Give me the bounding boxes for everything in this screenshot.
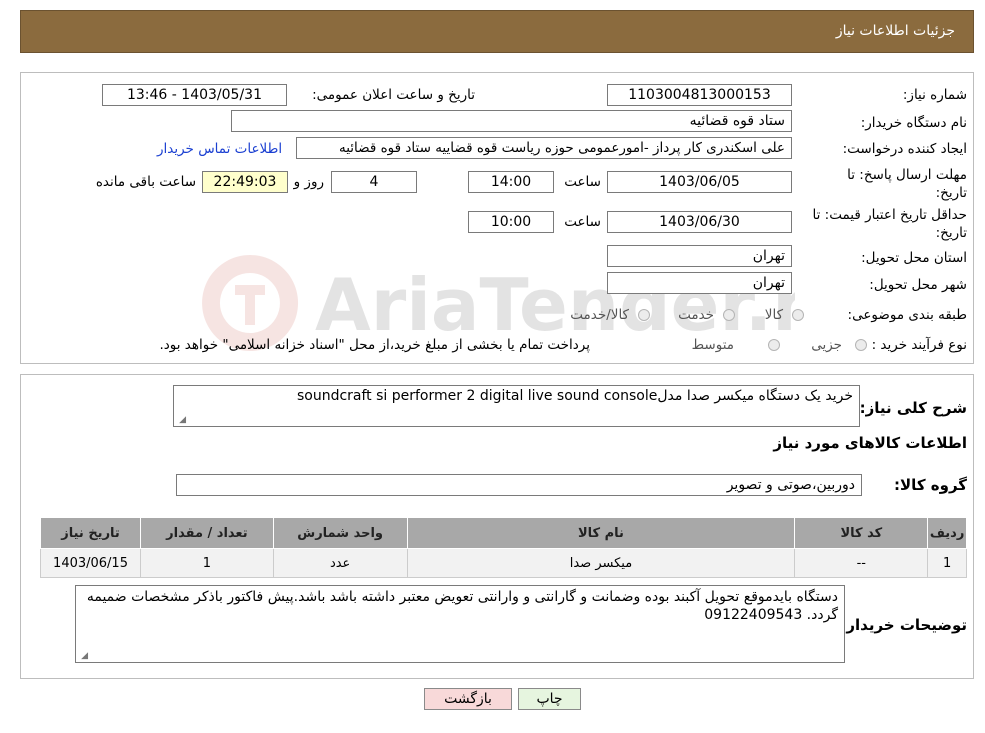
need-number-label: شماره نیاز: xyxy=(902,87,967,103)
creator-label: ایجاد کننده درخواست: xyxy=(842,141,967,157)
category-radio-goods-service[interactable] xyxy=(638,309,650,321)
buyer-org-field: ستاد قوه قضائیه xyxy=(231,110,792,132)
need-summary-textarea: خرید یک دستگاه میکسر صدا مدلsoundcraft s… xyxy=(173,385,860,427)
col-quantity: تعداد / مقدار xyxy=(140,517,274,549)
category-radio-goods[interactable] xyxy=(792,309,804,321)
days-remaining-field: 4 xyxy=(331,171,417,193)
category-option-goods-service: کالا/خدمت xyxy=(570,307,629,323)
col-need-date: تاریخ نیاز xyxy=(39,517,142,549)
category-option-service: خدمت xyxy=(678,307,714,323)
cell-need-date: 1403/06/15 xyxy=(39,548,142,578)
back-button[interactable]: بازگشت xyxy=(424,688,512,710)
days-label: روز و xyxy=(293,174,324,190)
validity-label: حداقل تاریخ اعتبار قیمت: تا xyxy=(812,207,967,223)
creator-field: علی اسکندری کار پرداز -امورعمومی حوزه ری… xyxy=(296,137,792,159)
goods-table-header: تاریخ نیاز تعداد / مقدار واحد شمارش نام … xyxy=(39,517,967,549)
cell-item-code: -- xyxy=(794,548,929,578)
buyer-contact-link[interactable]: اطلاعات تماس خریدار xyxy=(157,141,282,157)
validity-date-field: 1403/06/30 xyxy=(607,211,792,233)
province-label: استان محل تحویل: xyxy=(861,250,967,266)
purchase-radio-medium[interactable] xyxy=(768,339,780,351)
goods-group-label: گروه کالا: xyxy=(894,476,967,494)
deadline-label: مهلت ارسال پاسخ: تا xyxy=(847,167,967,183)
need-summary-label: شرح کلی نیاز: xyxy=(859,399,967,417)
announce-field: 1403/05/31 - 13:46 xyxy=(102,84,287,106)
buyer-notes-label: توضیحات خریدار: xyxy=(840,616,967,634)
goods-table: تاریخ نیاز تعداد / مقدار واحد شمارش نام … xyxy=(39,517,967,578)
validity-time-field: 10:00 xyxy=(468,211,554,233)
purchase-option-medium: متوسط xyxy=(691,337,734,353)
deadline-label-2: تاریخ: xyxy=(935,185,967,201)
category-option-goods: کالا xyxy=(764,307,783,323)
print-button[interactable]: چاپ xyxy=(518,688,581,710)
buyer-notes-text: دستگاه بایدموقع تحویل آکبند بوده وضمانت … xyxy=(86,589,838,623)
validity-label-2: تاریخ: xyxy=(935,225,967,241)
city-label: شهر محل تحویل: xyxy=(869,277,967,293)
cell-unit: عدد xyxy=(272,548,408,578)
table-row: 1403/06/15 1 عدد میکسر صدا -- 1 xyxy=(39,548,967,578)
remaining-time-label: ساعت باقی مانده xyxy=(95,174,196,190)
remaining-time-field: 22:49:03 xyxy=(202,171,288,193)
resize-grip-icon[interactable]: ◢ xyxy=(78,651,88,661)
cell-row: 1 xyxy=(927,548,967,578)
goods-group-field: دوربین،صوتی و تصویر xyxy=(176,474,862,496)
announce-label: تاریخ و ساعت اعلان عمومی: xyxy=(312,87,475,103)
cell-item-name: میکسر صدا xyxy=(406,548,796,578)
purchase-radio-minor[interactable] xyxy=(855,339,867,351)
city-field: تهران xyxy=(607,272,792,294)
purchase-type-label: نوع فرآیند خرید : xyxy=(871,337,967,353)
col-row: ردیف xyxy=(927,517,967,549)
category-label: طبقه بندی موضوعی: xyxy=(847,307,967,323)
col-item-code: کد کالا xyxy=(794,517,929,549)
goods-info-title: اطلاعات کالاهای مورد نیاز xyxy=(773,434,967,452)
buyer-notes-textarea: دستگاه بایدموقع تحویل آکبند بوده وضمانت … xyxy=(75,585,845,663)
col-unit: واحد شمارش xyxy=(272,517,408,549)
need-number-field: 1103004813000153 xyxy=(607,84,792,106)
category-radio-service[interactable] xyxy=(723,309,735,321)
cell-quantity: 1 xyxy=(140,548,274,578)
resize-grip-icon[interactable]: ◢ xyxy=(176,415,186,425)
purchase-option-minor: جزیی xyxy=(811,337,842,353)
validity-time-label: ساعت xyxy=(564,214,601,230)
deadline-time-label: ساعت xyxy=(564,174,601,190)
col-item-name: نام کالا xyxy=(406,517,796,549)
buyer-org-label: نام دستگاه خریدار: xyxy=(860,115,967,131)
deadline-time-field: 14:00 xyxy=(468,171,554,193)
page-header: جزئیات اطلاعات نیاز xyxy=(20,10,974,53)
province-field: تهران xyxy=(607,245,792,267)
purchase-treasury-note: پرداخت تمام یا بخشی از مبلغ خرید،از محل … xyxy=(159,337,590,353)
page-title: جزئیات اطلاعات نیاز xyxy=(835,23,955,39)
deadline-date-field: 1403/06/05 xyxy=(607,171,792,193)
need-summary-text: خرید یک دستگاه میکسر صدا مدلsoundcraft s… xyxy=(296,388,853,404)
